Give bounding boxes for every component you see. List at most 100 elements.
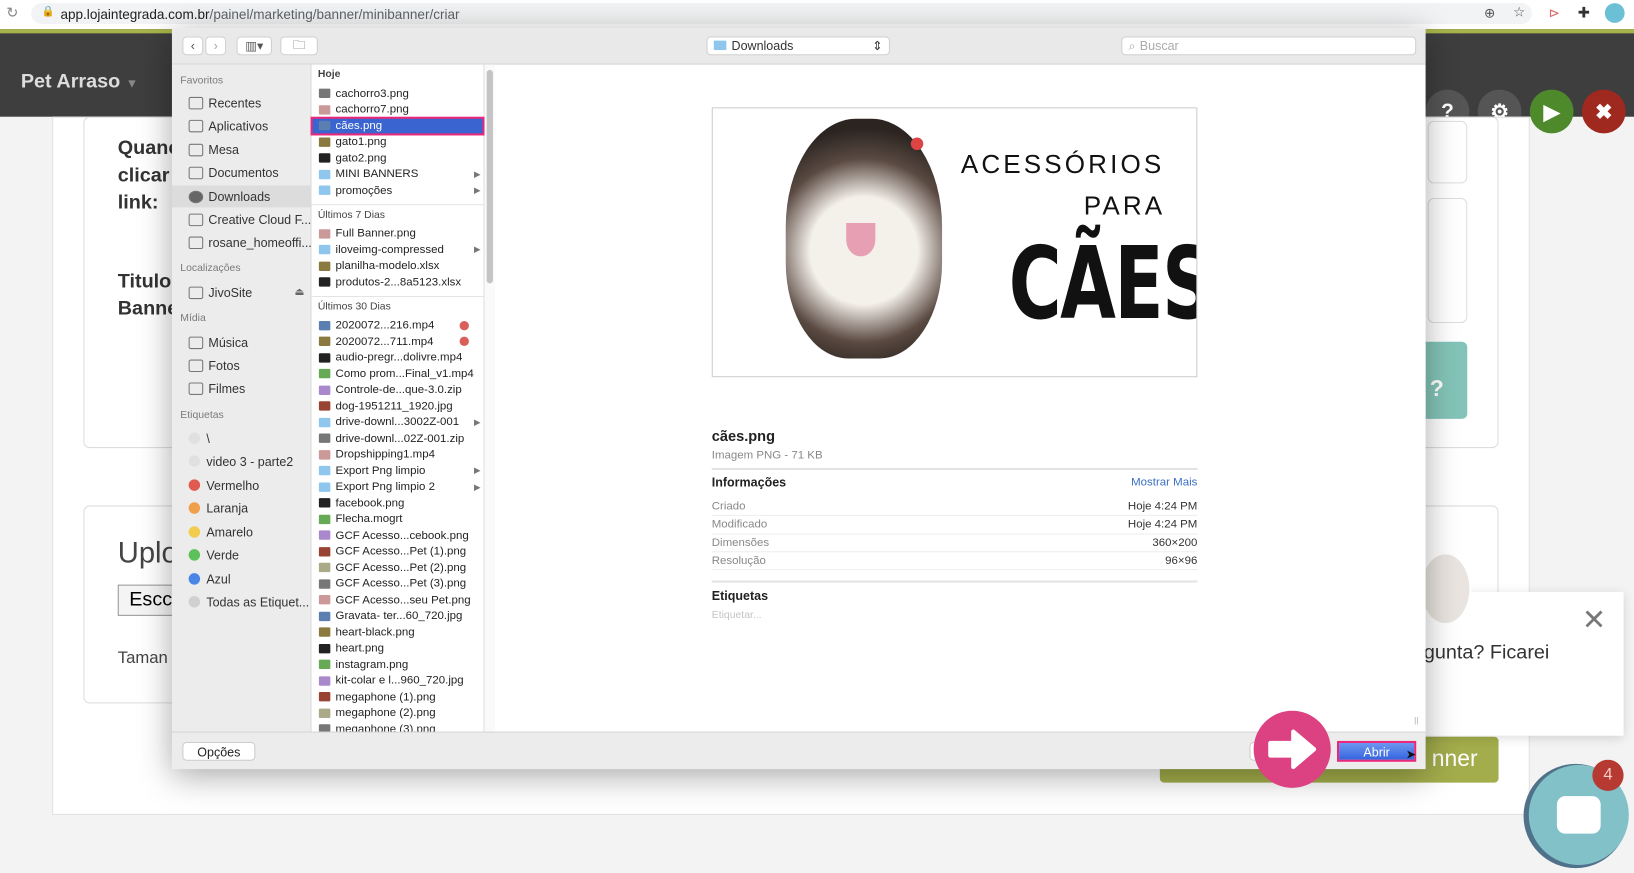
file-thumbnail-icon [318,659,331,670]
close-icon[interactable]: ✖ [1581,89,1626,134]
file-item[interactable]: produtos-2...8a5123.xlsx [312,274,484,290]
file-section-header: Últimos 7 Dias [317,208,386,221]
file-item[interactable]: cachorro3.png [312,85,484,101]
store-name[interactable]: Pet Arraso ▼ [21,71,138,94]
sidebar-section-header: Mídia [180,312,206,325]
tags-input[interactable]: Etiquetar... [712,610,1198,621]
play-icon[interactable]: ▶ [1529,89,1574,134]
sidebar-item[interactable]: Verde [172,544,311,566]
puzzle-icon[interactable]: ✚ [1578,4,1590,22]
info-value: 96×96 [1165,554,1198,567]
sidebar-item[interactable]: rosane_homeoffi... [172,231,311,253]
scrollbar[interactable] [484,64,495,732]
link-input[interactable] [1427,120,1468,184]
file-item[interactable]: megaphone (2).png [312,705,484,721]
file-thumbnail-icon [318,229,331,239]
file-item[interactable]: kit-colar e l...960_720.jpg [312,673,484,689]
reload-icon[interactable]: ↻ [6,4,18,22]
file-item[interactable]: GCF Acesso...cebook.png [312,527,484,543]
eject-icon[interactable]: ⏏ [294,287,304,298]
location-dropdown[interactable]: Downloads ⇕ [706,36,890,56]
new-folder-icon[interactable]: 🗀 [280,36,318,56]
folder-item[interactable]: iloveimg-compressed ▶ [312,242,484,258]
folder-item[interactable]: drive-downl...3002Z-001 ▶ [312,414,484,430]
file-item[interactable]: GCF Acesso...Pet (3).png [312,576,484,592]
sidebar-item[interactable]: Música [172,331,311,353]
profile-avatar[interactable] [1604,3,1625,23]
sidebar-item[interactable]: Mesa [172,139,311,161]
file-item[interactable]: facebook.png [312,495,484,511]
help-button[interactable]: ? [1425,341,1468,419]
chat-badge: 4 [1592,759,1624,791]
file-item[interactable]: GCF Acesso...Pet (2).png [312,560,484,576]
sidebar-item[interactable]: Creative Cloud F... [172,208,311,230]
file-item[interactable]: megaphone (1).png [312,689,484,705]
sidebar-item[interactable]: video 3 - parte2 [172,450,311,472]
folder-icon [318,482,331,492]
resize-handle[interactable]: || [1414,716,1418,725]
file-item[interactable]: gato2.png [312,150,484,166]
file-item[interactable]: GCF Acesso...Pet (1).png [312,543,484,559]
sidebar-item[interactable]: Amarelo [172,521,311,543]
sidebar-item[interactable]: Azul [172,568,311,590]
file-item[interactable]: instagram.png [312,657,484,673]
file-item[interactable]: Flecha.mogrt [312,511,484,527]
file-item[interactable]: 2020072...216.mp4 [312,317,484,333]
file-item[interactable]: dog-1951211_1920.jpg [312,398,484,414]
file-item[interactable]: drive-downl...02Z-001.zip [312,430,484,446]
title-input[interactable] [1427,197,1468,324]
back-icon[interactable]: ‹ [182,36,204,56]
close-icon[interactable]: ✕ [1582,602,1606,636]
sidebar-item[interactable]: Recentes [172,92,311,114]
forward-icon[interactable]: › [205,36,227,56]
file-item[interactable]: Full Banner.png [312,226,484,242]
file-item[interactable]: Gravata- ter...60_720.jpg [312,608,484,624]
sidebar-item-label: Recentes [208,95,262,110]
disclosure-icon: ▶ [473,466,481,476]
sidebar-item[interactable]: Documentos [172,162,311,184]
show-more-link[interactable]: Mostrar Mais [1131,476,1197,489]
options-button[interactable]: Opções [182,741,256,761]
file-name: Como prom...Final_v1.mp4 [335,367,474,381]
file-item[interactable]: 2020072...711.mp4 [312,333,484,349]
file-item[interactable]: planilha-modelo.xlsx [312,258,484,274]
sidebar-item[interactable]: Filmes [172,377,311,399]
open-button[interactable]: Abrir [1337,740,1417,762]
sidebar-item[interactable]: JivoSite ⏏ [172,281,311,303]
sidebar-item[interactable]: Aplicativos [172,115,311,137]
search-input[interactable]: ⌕ Buscar [1121,36,1417,56]
file-item[interactable]: Como prom...Final_v1.mp4 [312,366,484,382]
file-item[interactable]: cachorro7.png [312,102,484,118]
file-thumbnail-icon [318,261,331,271]
file-name: audio-pregr...dolivre.mp4 [335,351,463,364]
file-item[interactable]: cães.png [310,116,485,135]
folder-item[interactable]: promoções ▶ [312,182,484,198]
choose-file-button[interactable]: Escc [117,584,181,616]
extension-icon[interactable]: ⊳ [1549,5,1560,22]
file-item[interactable]: Dropshipping1.mp4 [312,447,484,463]
tag-dot-icon [188,479,201,491]
file-item[interactable]: Controle-de...que-3.0.zip [312,382,484,398]
file-thumbnail-icon [318,353,331,363]
file-item[interactable]: heart-black.png [312,624,484,640]
sidebar-item[interactable]: Fotos [172,354,311,376]
folder-item[interactable]: Export Png limpio 2 ▶ [312,479,484,495]
sidebar-item[interactable]: Todas as Etiquet... [172,591,311,613]
search-icon: ⌕ [1128,38,1136,53]
file-item[interactable]: audio-pregr...dolivre.mp4 [312,350,484,366]
view-columns-icon[interactable]: ▥▾ [236,36,272,56]
star-icon[interactable]: ☆ [1513,4,1525,21]
file-name: iloveimg-compressed [335,243,444,257]
sidebar-item[interactable]: \ [172,427,311,449]
address-bar[interactable]: 🔒 app.lojaintegrada.com.br/painel/market… [31,3,1532,24]
zoom-icon[interactable]: ⊕ [1484,5,1495,22]
folder-item[interactable]: Export Png limpio ▶ [312,463,484,479]
file-item[interactable]: gato1.png [312,134,484,150]
sidebar-item[interactable]: Laranja [172,497,311,519]
sidebar-item[interactable]: Downloads [171,185,311,208]
folder-item[interactable]: MINI BANNERS ▶ [312,166,484,182]
sidebar-item[interactable]: Vermelho [172,474,311,496]
file-item[interactable]: heart.png [312,640,484,656]
file-item[interactable]: GCF Acesso...seu Pet.png [312,592,484,608]
folder-icon [188,213,204,226]
